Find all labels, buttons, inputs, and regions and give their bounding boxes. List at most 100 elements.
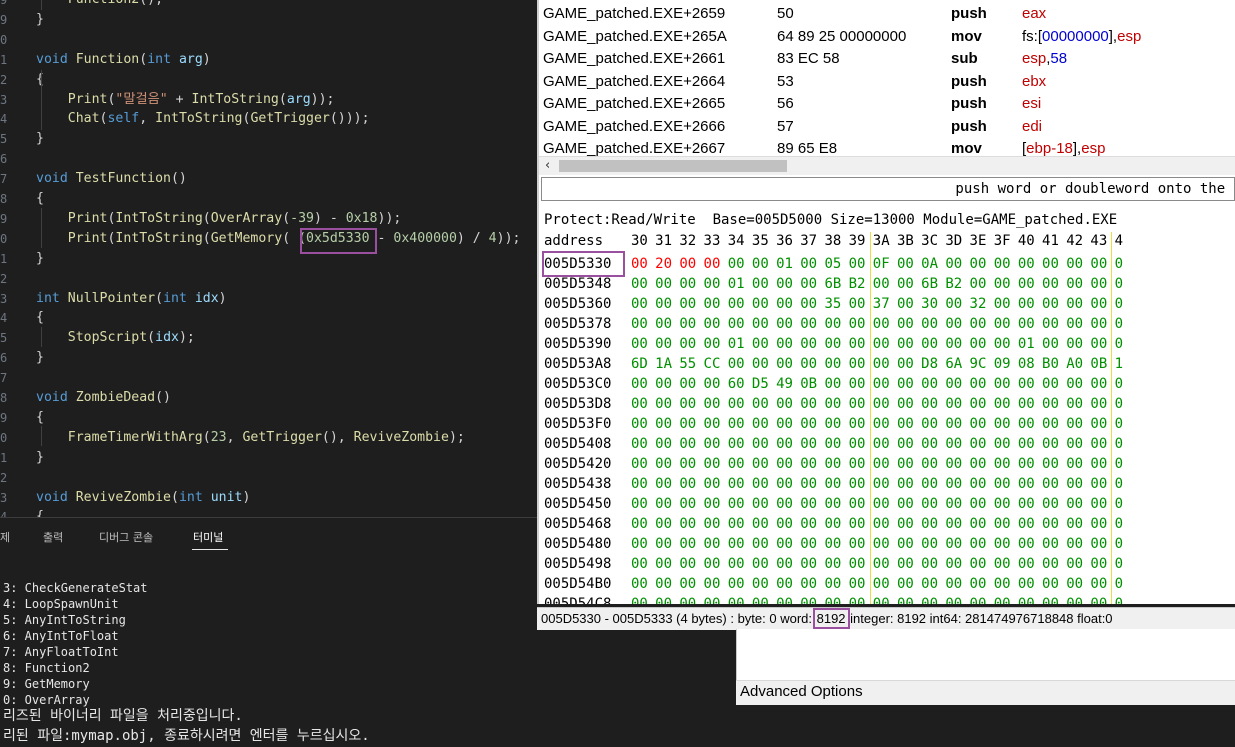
hex-byte[interactable]: 00 <box>1090 334 1112 354</box>
hex-byte[interactable]: 00 <box>800 534 822 554</box>
hex-byte[interactable]: 00 <box>800 294 822 314</box>
hex-byte[interactable]: 00 <box>849 594 871 604</box>
hex-byte[interactable]: 00 <box>945 474 967 494</box>
hex-byte[interactable]: 0F <box>873 254 895 274</box>
hex-byte[interactable]: 00 <box>631 474 653 494</box>
hex-byte[interactable]: 6B <box>824 274 846 294</box>
hex-byte[interactable]: 00 <box>800 514 822 534</box>
hex-byte[interactable]: 0 <box>1115 474 1137 494</box>
hex-byte[interactable]: 00 <box>1066 294 1088 314</box>
hex-byte[interactable]: 00 <box>1090 454 1112 474</box>
hex-byte[interactable]: 00 <box>897 274 919 294</box>
hex-byte[interactable]: 00 <box>679 274 701 294</box>
hex-byte[interactable]: 0A <box>921 254 943 274</box>
hex-byte[interactable]: 00 <box>849 254 871 274</box>
hex-byte[interactable]: 6B <box>921 274 943 294</box>
hex-byte[interactable]: 00 <box>897 374 919 394</box>
hex-byte[interactable]: 00 <box>849 554 871 574</box>
hex-byte[interactable]: D8 <box>921 354 943 374</box>
hex-byte[interactable]: 00 <box>824 434 846 454</box>
hex-byte[interactable]: 00 <box>655 274 677 294</box>
hex-byte[interactable]: 00 <box>800 334 822 354</box>
hex-byte[interactable]: 00 <box>776 594 798 604</box>
hex-byte[interactable]: 00 <box>1018 314 1040 334</box>
hex-byte[interactable]: 00 <box>970 254 992 274</box>
hex-byte[interactable]: 00 <box>1066 434 1088 454</box>
hex-byte[interactable]: 32 <box>970 294 992 314</box>
hex-byte[interactable]: 00 <box>1066 374 1088 394</box>
hex-byte[interactable]: 1 <box>1115 354 1137 374</box>
hex-byte[interactable]: 09 <box>994 354 1016 374</box>
hex-byte[interactable]: 00 <box>679 434 701 454</box>
hex-byte[interactable]: 00 <box>1090 574 1112 594</box>
hex-byte[interactable]: 00 <box>1066 334 1088 354</box>
hex-byte[interactable]: 00 <box>776 434 798 454</box>
hex-byte[interactable]: 00 <box>752 454 774 474</box>
hex-byte[interactable]: 01 <box>728 274 750 294</box>
hex-byte[interactable]: 00 <box>970 414 992 434</box>
hex-byte[interactable]: 00 <box>1042 554 1064 574</box>
hex-byte[interactable]: 00 <box>704 574 726 594</box>
hex-byte[interactable]: 00 <box>679 394 701 414</box>
hex-byte[interactable]: 00 <box>873 454 895 474</box>
hex-byte[interactable]: 35 <box>824 294 846 314</box>
hex-byte[interactable]: 00 <box>752 514 774 534</box>
disassembler-horizontal-scrollbar[interactable]: ‹ <box>539 156 1235 175</box>
hex-byte[interactable]: 49 <box>776 374 798 394</box>
hex-byte[interactable]: 00 <box>970 394 992 414</box>
hex-byte[interactable]: 00 <box>800 414 822 434</box>
hex-byte[interactable]: 0 <box>1115 534 1137 554</box>
hex-byte[interactable]: 00 <box>897 594 919 604</box>
hex-byte[interactable]: 00 <box>631 514 653 534</box>
hex-byte[interactable]: 00 <box>897 574 919 594</box>
hex-byte[interactable]: 00 <box>1090 494 1112 514</box>
hex-byte[interactable]: 00 <box>679 454 701 474</box>
hex-byte[interactable]: 00 <box>824 374 846 394</box>
hex-byte[interactable]: 60 <box>728 374 750 394</box>
hex-byte[interactable]: 00 <box>1066 474 1088 494</box>
tab-terminal[interactable]: 터미널 <box>193 529 223 545</box>
hex-byte[interactable]: 00 <box>873 494 895 514</box>
hex-byte[interactable]: 00 <box>1090 534 1112 554</box>
hex-view[interactable]: Protect:Read/Write Base=005D5000 Size=13… <box>539 202 1235 604</box>
hex-byte[interactable]: 00 <box>728 494 750 514</box>
hex-byte[interactable]: 0 <box>1115 494 1137 514</box>
hex-byte[interactable]: 00 <box>873 554 895 574</box>
hex-byte[interactable]: 00 <box>824 554 846 574</box>
hex-byte[interactable]: 00 <box>849 394 871 414</box>
hex-byte[interactable]: 00 <box>921 534 943 554</box>
hex-byte[interactable]: 00 <box>728 594 750 604</box>
hex-byte[interactable]: 30 <box>921 294 943 314</box>
hex-byte[interactable]: 00 <box>921 394 943 414</box>
hex-byte[interactable]: 00 <box>631 534 653 554</box>
hex-byte[interactable]: 00 <box>1042 394 1064 414</box>
hex-byte[interactable]: 00 <box>849 534 871 554</box>
hex-byte[interactable]: 00 <box>1042 374 1064 394</box>
hex-byte[interactable]: 00 <box>679 314 701 334</box>
hex-byte[interactable]: 00 <box>655 554 677 574</box>
hex-byte[interactable]: 00 <box>897 294 919 314</box>
hex-byte[interactable]: 00 <box>776 574 798 594</box>
hex-byte[interactable]: 00 <box>728 314 750 334</box>
hex-byte[interactable]: 00 <box>994 254 1016 274</box>
hex-byte[interactable]: 00 <box>752 294 774 314</box>
hex-byte[interactable]: 00 <box>728 574 750 594</box>
hex-byte[interactable]: 00 <box>824 474 846 494</box>
hex-byte[interactable]: 00 <box>655 394 677 414</box>
hex-byte[interactable]: 00 <box>776 474 798 494</box>
hex-byte[interactable]: 00 <box>921 414 943 434</box>
hex-byte[interactable]: 00 <box>994 394 1016 414</box>
hex-byte[interactable]: 00 <box>704 494 726 514</box>
hex-byte[interactable]: 00 <box>752 254 774 274</box>
hex-byte[interactable]: 00 <box>704 534 726 554</box>
hex-byte[interactable]: 00 <box>679 554 701 574</box>
hex-byte[interactable]: 00 <box>1066 274 1088 294</box>
hex-byte[interactable]: 00 <box>824 354 846 374</box>
hex-byte[interactable]: 0 <box>1115 394 1137 414</box>
hex-byte[interactable]: 00 <box>1066 554 1088 574</box>
hex-byte[interactable]: 00 <box>704 374 726 394</box>
hex-byte[interactable]: 00 <box>921 374 943 394</box>
hex-byte[interactable]: 00 <box>1042 314 1064 334</box>
hex-byte[interactable]: 00 <box>728 254 750 274</box>
hex-byte[interactable]: 00 <box>921 334 943 354</box>
